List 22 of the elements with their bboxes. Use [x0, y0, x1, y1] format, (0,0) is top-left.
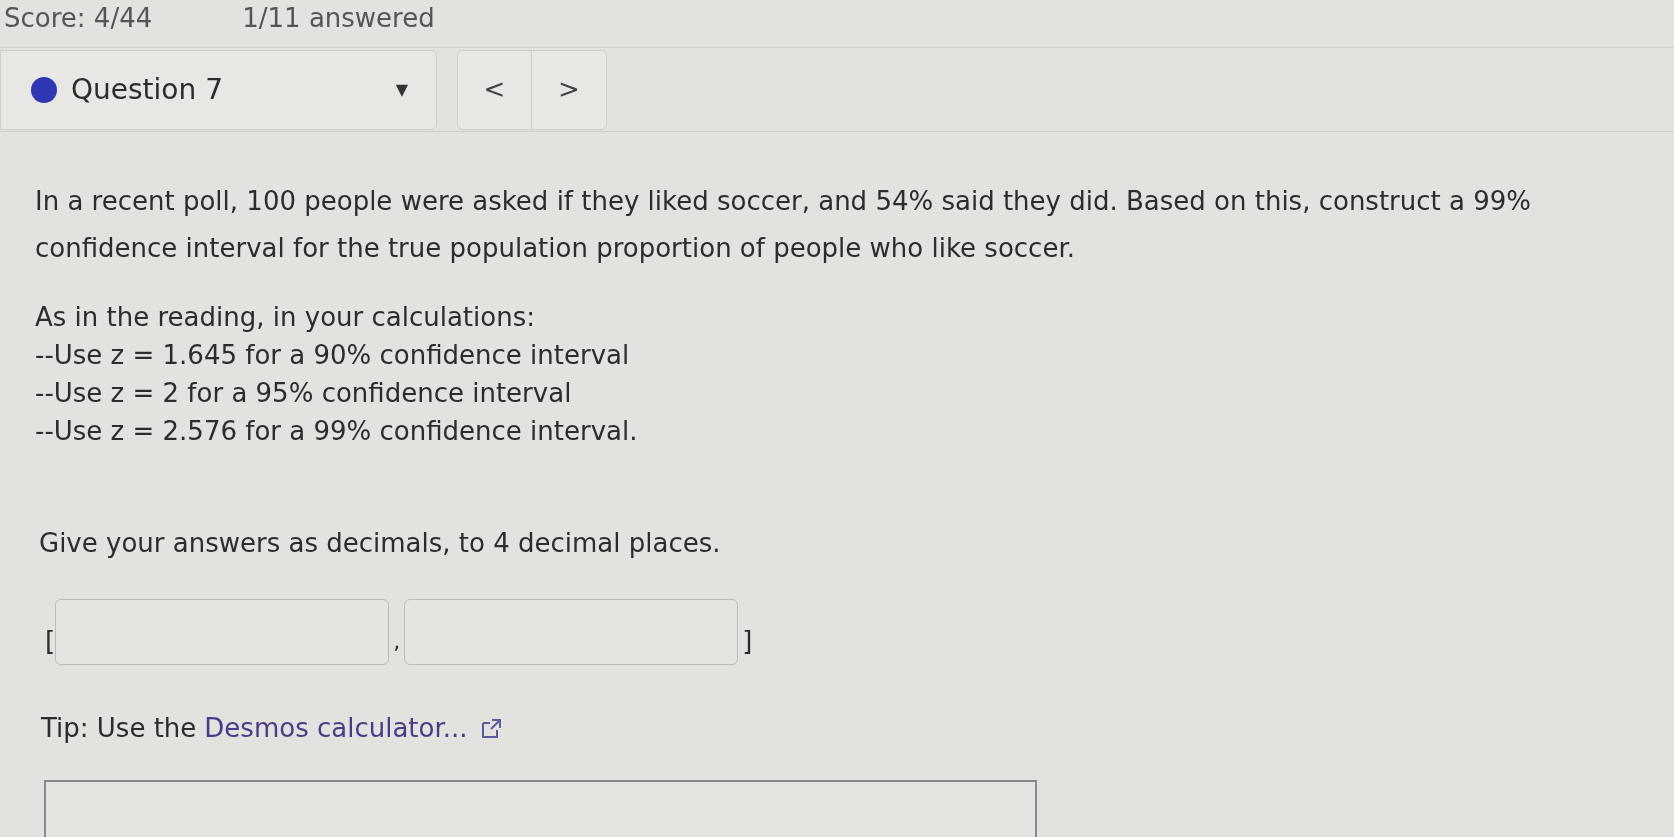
instruction-line: As in the reading, in your calculations: — [35, 301, 536, 334]
instruction-line: --Use z = 1.645 for a 90% confidence interval — [35, 339, 631, 372]
desmos-link[interactable]: Desmos calculator... — [204, 705, 468, 752]
caret-icon: ▼ — [395, 77, 408, 102]
question-text: In a recent poll, 100 people were asked if they liked soccer, and 54% said they did. Based on this, construct a 99% confidence interval for the true population proportion of people who like soccer. — [35, 185, 1532, 265]
question-label: Question 7 — [71, 71, 224, 108]
question-dropdown[interactable]: Question 7 ▼ — [0, 49, 437, 130]
external-link-icon — [479, 717, 502, 740]
next-button[interactable]: > — [532, 50, 606, 129]
bracket-text: [ — [45, 625, 56, 658]
bracket-text: ] — [741, 625, 753, 658]
answered-count: 1/11 answered — [242, 2, 435, 34]
comma-text: , — [392, 628, 402, 656]
tip-text: Tip: Use the — [41, 712, 197, 745]
instruction-line: --Use z = 2 for a 95% confidence interval — [35, 377, 573, 410]
previous-button[interactable]: < — [458, 50, 532, 129]
instruction-line: --Use z = 2.576 for a 99% confidence interval. — [35, 415, 639, 448]
work-area-box[interactable] — [44, 780, 1037, 837]
score-text: Score: 4/44 — [4, 2, 153, 34]
instruction-text: Give your answers as decimals, to 4 decimal places. — [38, 527, 722, 560]
upper-bound-field[interactable] — [404, 599, 739, 665]
lower-bound-field[interactable] — [55, 599, 390, 665]
